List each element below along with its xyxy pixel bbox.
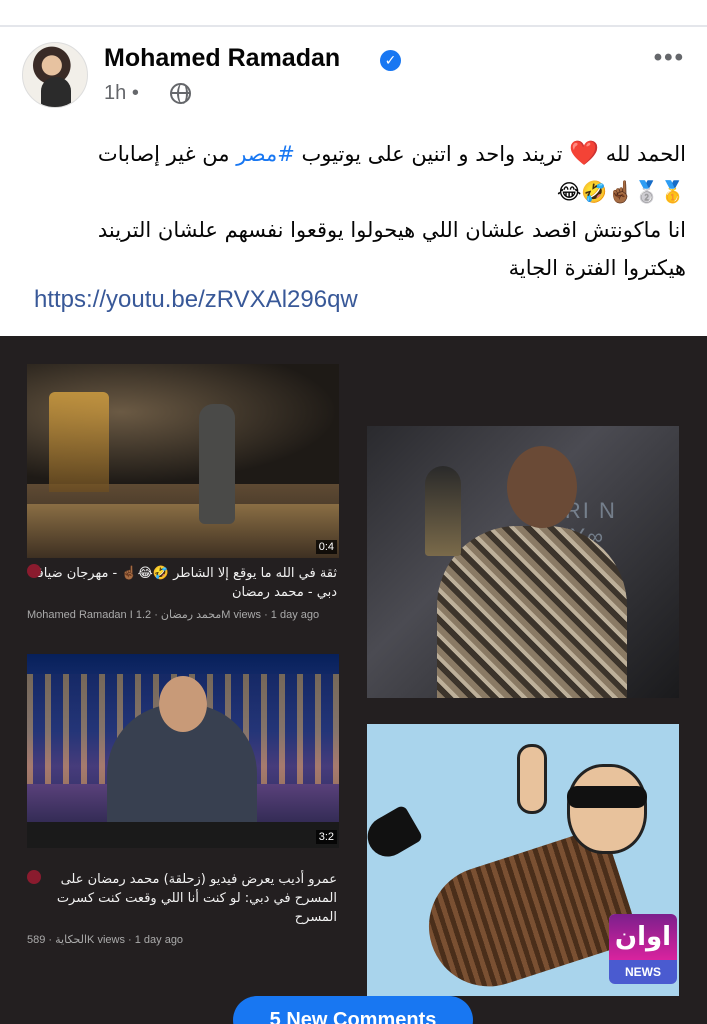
post-text-part: الحمد لله: [605, 142, 686, 166]
trophy-photo[interactable]: URI N ITY∞: [367, 426, 679, 698]
new-comments-button[interactable]: 5 New Comments: [233, 996, 473, 1024]
post-text-part: من غير إصابات: [97, 142, 230, 166]
author-name[interactable]: Mohamed Ramadan: [104, 44, 340, 73]
verified-icon: ✓: [380, 50, 401, 71]
media-collage[interactable]: 0:4 ثقة في الله ما يوقع إلا الشاطر 🤣😂☝🏾 …: [0, 336, 707, 1024]
channel-avatar: [27, 870, 41, 884]
video-title[interactable]: عمرو أديب يعرض فيديو (زحلقة) محمد رمضان …: [27, 870, 339, 927]
channel-avatar: [27, 564, 41, 578]
video-meta[interactable]: عمرو أديب يعرض فيديو (زحلقة) محمد رمضان …: [27, 870, 339, 946]
globe-icon: [170, 83, 191, 104]
post-time[interactable]: 1h •: [104, 82, 139, 105]
hashtag-link[interactable]: #مصر: [236, 142, 295, 166]
video-thumbnail[interactable]: 0:4: [27, 364, 339, 558]
video-stats: Mohamed Ramadan I محمد رمضان · 1.2M view…: [27, 609, 320, 621]
post-link[interactable]: https://youtu.be/zRVXAl296qw: [34, 286, 358, 314]
video-duration: 3:2: [315, 830, 337, 844]
heart-emoji: ❤️: [569, 139, 600, 167]
top-divider: [0, 25, 707, 27]
post-text-part: تريند واحد و اتنين على يوتيوب: [301, 142, 563, 166]
video-title[interactable]: ثقة في الله ما يوقع إلا الشاطر 🤣😂☝🏾 - مه…: [27, 564, 339, 602]
more-icon[interactable]: •••: [654, 44, 685, 72]
post-header: Mohamed Ramadan ✓ 1h • •••: [22, 42, 687, 112]
post-text-line: هيكتروا الفترة الجاية: [508, 256, 686, 280]
news-watermark-logo: اوان NEWS: [609, 914, 677, 984]
video-thumbnail[interactable]: 3:2: [27, 654, 339, 848]
video-duration: 0:4: [315, 540, 337, 554]
video-meta[interactable]: ثقة في الله ما يوقع إلا الشاطر 🤣😂☝🏾 - مه…: [27, 564, 339, 634]
video-stats: الحكاية · 589K views · 1 day ago: [27, 934, 184, 946]
avatar[interactable]: [22, 42, 88, 108]
emoji-line: 🥇🥈☝🏾🤣😂: [556, 180, 686, 204]
post-text-line: انا ماكونتش اقصد علشان اللي هيحولوا يوقع…: [97, 218, 686, 242]
post-text: الحمد لله ❤️ تريند واحد و اتنين على يوتي…: [24, 134, 686, 287]
